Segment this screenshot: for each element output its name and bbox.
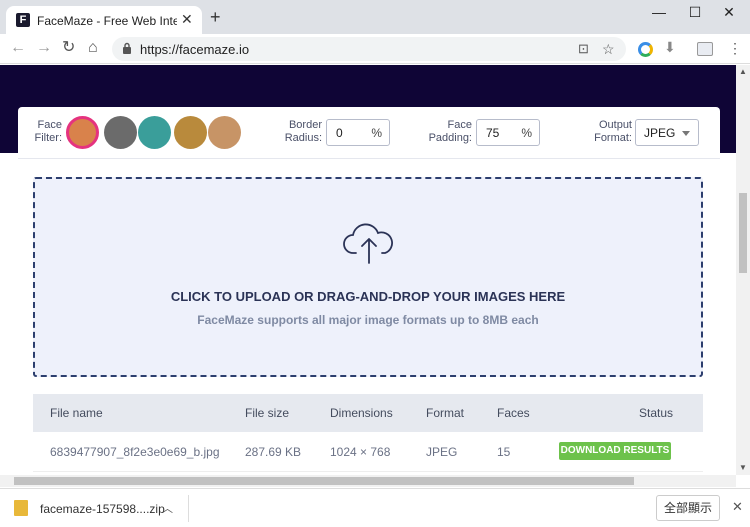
divider [188,495,189,522]
menu-icon[interactable]: ⋮ [728,39,742,57]
cell-format: JPEG [426,445,458,459]
output-format-label: Output Format: [594,119,632,144]
browser-toolbar: ← → ↻ ⌂ https://facemaze.io ⊡ ☆ ⬇ ⋮ [0,34,750,64]
main-card: CLICK TO UPLOAD OR DRAG-AND-DROP YOUR IM… [18,159,720,475]
border-radius-label: Border Radius: [284,119,322,144]
chevron-down-icon [682,131,690,136]
results-table-header: File name File size Dimensions Format Fa… [33,394,703,432]
col-dimensions: Dimensions [330,406,393,420]
page-viewport: Face Filter: Border Radius: 0 % Face Pad… [0,65,736,475]
filter-original-thumb[interactable] [66,116,99,149]
browser-tab[interactable]: F FaceMaze - Free Web Interface ✕ [6,6,202,34]
back-button[interactable]: ← [10,39,26,57]
cloud-upload-icon [343,223,393,264]
cell-file-size: 287.69 KB [245,445,302,459]
col-status: Status [639,406,674,420]
new-tab-button[interactable]: + [210,8,221,26]
tab-title: FaceMaze - Free Web Interface [37,14,177,28]
horizontal-scroll-thumb[interactable] [14,477,634,485]
star-icon[interactable]: ☆ [602,41,615,58]
face-padding-input[interactable]: 75 % [476,119,540,146]
output-format-select[interactable]: JPEG [635,119,699,146]
download-file-name[interactable]: facemaze-157598....zip [40,502,165,516]
settings-bar: Face Filter: Border Radius: 0 % Face Pad… [18,107,720,159]
address-bar[interactable]: https://facemaze.io ⊡ ☆ [112,37,626,61]
zip-file-icon [14,500,28,516]
face-padding-label: Face Padding: [428,119,472,144]
cell-file-name: 6839477907_8f2e3e0e69_b.jpg [50,445,220,459]
table-row: 6839477907_8f2e3e0e69_b.jpg 287.69 KB 10… [33,432,703,472]
scroll-down-icon[interactable]: ▼ [739,463,747,472]
horizontal-scrollbar[interactable] [0,475,736,487]
url-text: https://facemaze.io [140,42,250,57]
tab-close-icon[interactable]: ✕ [181,11,193,28]
cell-faces: 15 [497,445,511,459]
col-file-size: File size [245,406,290,420]
upload-subtitle: FaceMaze supports all major image format… [197,313,539,327]
favicon-icon: F [16,13,30,27]
reload-button[interactable]: ↻ [62,39,75,57]
filter-teal-thumb[interactable] [138,116,171,149]
chevron-up-icon[interactable]: ︿ [162,500,173,516]
download-shelf: facemaze-157598....zip ︿ 全部顯示 ✕ [0,488,750,527]
translate-icon[interactable]: ⊡ [578,41,589,57]
col-file-name: File name [50,406,103,420]
download-results-button[interactable]: DOWNLOAD RESULTS [559,442,671,460]
vertical-scroll-thumb[interactable] [739,193,747,273]
home-button[interactable]: ⌂ [88,39,98,57]
upload-dropzone[interactable]: CLICK TO UPLOAD OR DRAG-AND-DROP YOUR IM… [33,177,703,377]
tab-strip: F FaceMaze - Free Web Interface ✕ + — ☐ … [0,0,750,34]
profile-icon[interactable] [697,42,713,56]
col-format: Format [426,406,465,420]
filter-grayscale-thumb[interactable] [104,116,137,149]
download-icon[interactable]: ⬇ [664,38,676,56]
col-faces: Faces [497,406,530,420]
forward-button[interactable]: → [36,39,52,57]
face-filter-label: Face Filter: [34,119,63,144]
scroll-up-icon[interactable]: ▲ [739,67,747,76]
upload-title: CLICK TO UPLOAD OR DRAG-AND-DROP YOUR IM… [170,289,566,304]
show-all-button[interactable]: 全部顯示 [656,495,720,521]
border-radius-input[interactable]: 0 % [326,119,390,146]
close-window-button[interactable]: ✕ [706,4,750,21]
cell-dimensions: 1024 × 768 [330,445,391,459]
filter-warm-thumb[interactable] [208,116,241,149]
vertical-scrollbar[interactable]: ▲ ▼ [736,65,750,475]
extension-icon[interactable] [638,42,653,57]
filter-sepia-thumb[interactable] [174,116,207,149]
close-icon[interactable]: ✕ [732,499,743,515]
lock-icon [123,42,131,54]
